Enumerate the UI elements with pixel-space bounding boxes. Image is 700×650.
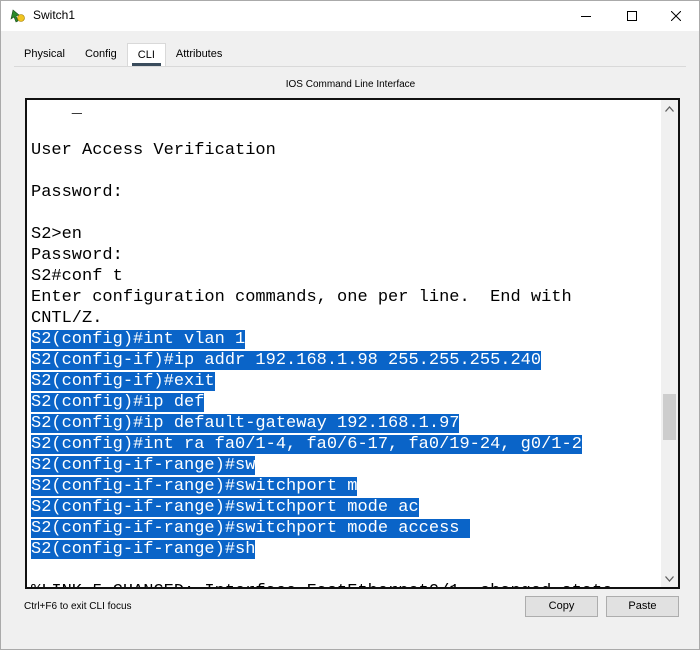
terminal-line: S2(config-if-range)#sw [31,455,661,476]
packet-tracer-switch-icon [10,8,26,24]
close-icon [671,11,681,21]
selected-terminal-text: S2(config-if)#exit [31,372,215,391]
tab-config[interactable]: Config [75,43,127,67]
selected-terminal-text: S2(config)#ip def [31,393,205,412]
selected-terminal-text: S2(config)#int vlan 1 [31,330,246,349]
terminal-line: %LINK-5-CHANGED: Interface FastEthernet0… [31,581,661,587]
selected-terminal-text: S2(config)#ip default-gateway 192.168.1.… [31,414,460,433]
cli-terminal[interactable]: _ User Access Verification Password: S2>en P… [25,98,680,589]
panel-title: IOS Command Line Interface [285,79,416,90]
tab-cli[interactable]: CLI [126,43,166,67]
terminal-line: Password: [31,182,661,203]
selected-terminal-text: S2(config-if)#ip addr 192.168.1.98 255.2… [31,351,542,370]
terminal-line: _ [31,99,661,119]
chevron-down-icon [665,575,674,582]
title-bar: Switch1 [1,1,699,31]
maximize-icon [627,11,637,21]
terminal-text: %LINK-5-CHANGED: Interface FastEthernet0… [31,582,613,587]
terminal-line: User Access Verification [31,140,661,161]
terminal-text: _ [31,99,83,118]
selected-terminal-text: S2(config-if-range)#switchport mode ac [31,498,419,517]
tab-physical[interactable]: Physical [14,43,75,67]
maximize-button[interactable] [609,1,655,31]
terminal-line: S2(config-if)#ip addr 192.168.1.98 255.2… [31,350,661,371]
selected-terminal-text: S2(config)#int ra fa0/1-4, fa0/6-17, fa0… [31,435,582,454]
terminal-line: S2#conf t [31,266,661,287]
terminal-line: S2(config)#ip default-gateway 192.168.1.… [31,413,661,434]
terminal-text: S2#conf t [31,267,123,286]
terminal-text: CNTL/Z. [31,309,103,328]
terminal-text: Password: [31,183,123,202]
terminal-text: Password: [31,246,123,265]
terminal-line: S2(config-if-range)#switchport m [31,476,661,497]
scroll-up-button[interactable] [661,100,678,117]
terminal-line: Password: [31,245,661,266]
scrollbar-thumb[interactable] [663,394,676,440]
chevron-up-icon [665,105,674,112]
selected-terminal-text: S2(config-if-range)#sw [31,456,256,475]
copy-button[interactable]: Copy [525,596,598,617]
terminal-line: S2(config)#int vlan 1 [31,329,661,350]
terminal-output[interactable]: _ User Access Verification Password: S2>en P… [31,99,661,587]
terminal-line: S2(config)#ip def [31,392,661,413]
window-title: Switch1 [33,8,76,22]
terminal-line: S2(config-if)#exit [31,371,661,392]
terminal-line: CNTL/Z. [31,308,661,329]
terminal-line: S2(config-if-range)#sh [31,539,661,560]
terminal-line: S2(config)#int ra fa0/1-4, fa0/6-17, fa0… [31,434,661,455]
device-tabs: Physical Config CLI Attributes [14,43,232,67]
cli-window: Switch1 Physical Config CLI Attributes I… [0,0,700,650]
selected-terminal-text: S2(config-if-range)#switchport mode acce… [31,519,470,538]
terminal-line: S2(config-if-range)#switchport mode ac [31,497,661,518]
selected-terminal-text: S2(config-if-range)#switchport m [31,477,358,496]
selected-terminal-text: S2(config-if-range)#sh [31,540,256,559]
vertical-scrollbar[interactable] [661,100,678,587]
paste-button[interactable]: Paste [606,596,679,617]
close-button[interactable] [653,1,699,31]
minimize-icon [581,16,591,17]
terminal-line: S2(config-if-range)#switchport mode acce… [31,518,661,539]
terminal-line: Enter configuration commands, one per li… [31,287,661,308]
tab-attributes[interactable]: Attributes [166,43,232,67]
exit-focus-hint: Ctrl+F6 to exit CLI focus [24,601,132,612]
scroll-down-button[interactable] [661,570,678,587]
terminal-text: S2>en [31,225,83,244]
minimize-button[interactable] [563,1,609,31]
terminal-text: Enter configuration commands, one per li… [31,288,572,307]
terminal-text: User Access Verification [31,141,276,160]
terminal-line: S2>en [31,224,661,245]
